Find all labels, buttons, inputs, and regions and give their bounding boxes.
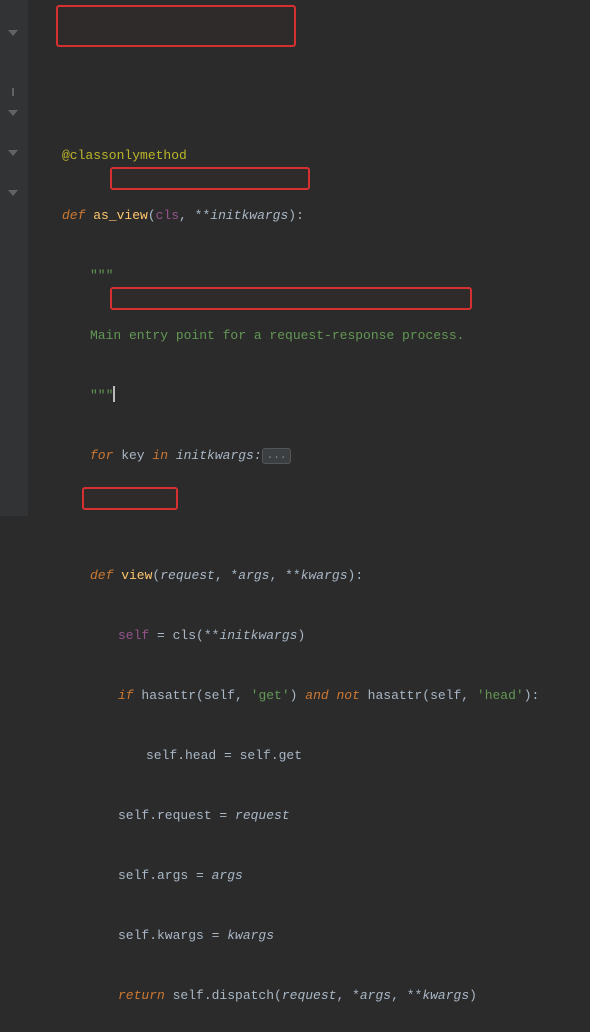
code-line[interactable]: Main entry point for a request-response …: [34, 326, 590, 346]
highlight-box: [110, 287, 472, 310]
code-line[interactable]: if hasattr(self, 'get') and not hasattr(…: [34, 686, 590, 706]
fold-icon[interactable]: [8, 108, 17, 117]
code-line[interactable]: self = cls(**initkwargs): [34, 626, 590, 646]
code-line[interactable]: """: [34, 386, 590, 406]
fold-icon[interactable]: [8, 188, 17, 197]
gutter: [0, 0, 28, 516]
code-line[interactable]: self.args = args: [34, 866, 590, 886]
code-line[interactable]: def view(request, *args, **kwargs):: [34, 566, 590, 586]
fold-icon[interactable]: [8, 148, 17, 157]
docstring-open: """: [90, 268, 113, 283]
fold-mid-icon: [8, 88, 17, 97]
code-line[interactable]: return self.dispatch(request, *args, **k…: [34, 986, 590, 1006]
text-cursor: [113, 386, 115, 402]
fold-icon[interactable]: [8, 28, 17, 37]
code-line[interactable]: """: [34, 266, 590, 286]
code-line[interactable]: self.head = self.get: [34, 746, 590, 766]
code-line[interactable]: @classonlymethod: [34, 146, 590, 166]
code-line[interactable]: def as_view(cls, **initkwargs):: [34, 206, 590, 226]
blank-line[interactable]: [34, 506, 590, 526]
code-line[interactable]: self.request = request: [34, 806, 590, 826]
highlight-box: [110, 167, 310, 190]
code-line[interactable]: self.kwargs = kwargs: [34, 926, 590, 946]
folded-region[interactable]: ...: [262, 448, 292, 464]
code-line[interactable]: for key in initkwargs:...: [34, 446, 590, 466]
code-area[interactable]: @classonlymethod def as_view(cls, **init…: [28, 0, 590, 516]
highlight-box: [56, 5, 296, 47]
